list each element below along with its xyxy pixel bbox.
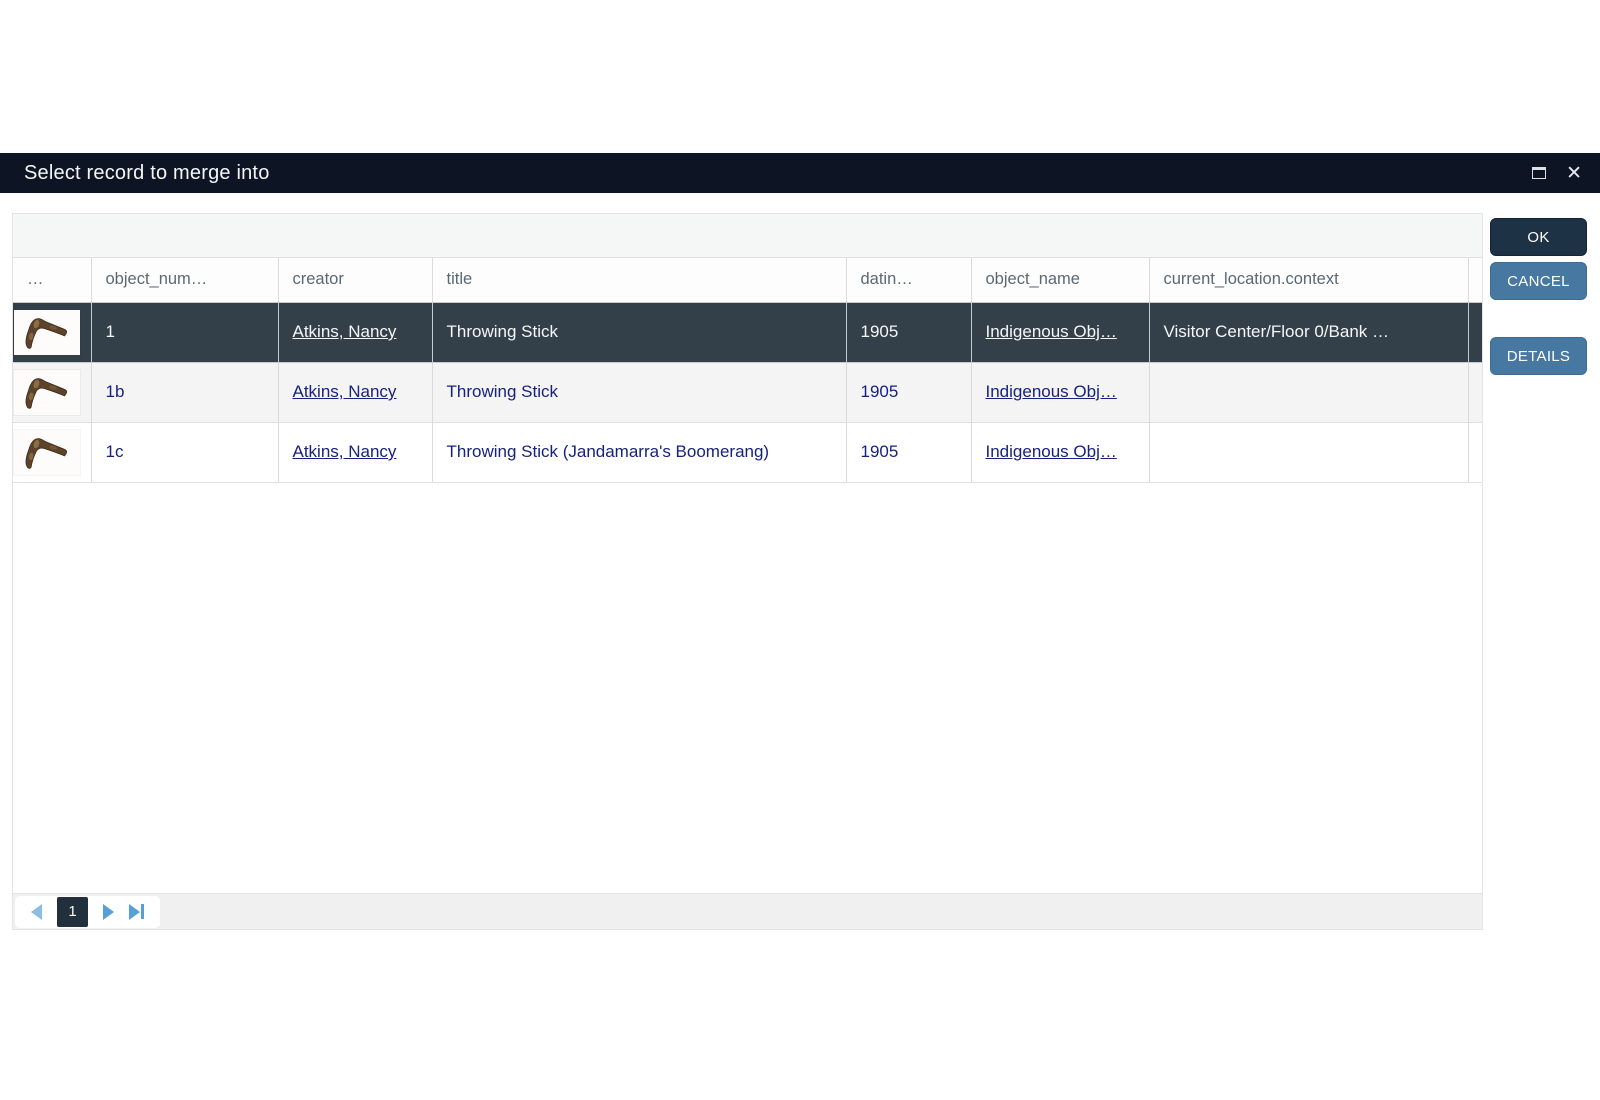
empty-results-area (13, 483, 1482, 894)
boomerang-thumbnail (14, 430, 80, 475)
pagination-bar: 1 (13, 893, 1482, 929)
extra-cell (1468, 362, 1482, 422)
creator-link[interactable]: Atkins, Nancy (293, 442, 397, 461)
close-icon[interactable]: ✕ (1566, 164, 1582, 183)
title-cell: Throwing Stick (432, 362, 846, 422)
current-location-cell: Visitor Center/Floor 0/Bank … (1149, 302, 1468, 362)
grid-toolbar (13, 214, 1482, 258)
object-name-link[interactable]: Indigenous Obj… (986, 442, 1117, 461)
boomerang-image (18, 372, 76, 412)
boomerang-thumbnail (14, 370, 80, 415)
current-location-cell (1149, 362, 1468, 422)
column-header-current-location[interactable]: current_location.context (1149, 258, 1468, 302)
creator-link[interactable]: Atkins, Nancy (293, 322, 397, 341)
dating-cell: 1905 (846, 362, 971, 422)
details-button[interactable]: DETAILS (1490, 337, 1587, 375)
records-table: … object_num… creator title datin… objec… (13, 258, 1482, 483)
last-page-bar (141, 904, 144, 919)
dating-cell: 1905 (846, 422, 971, 482)
thumbnail-cell (13, 422, 91, 482)
column-header-thumbnail[interactable]: … (13, 258, 91, 302)
object-num-cell: 1 (91, 302, 278, 362)
current-page-button[interactable]: 1 (57, 897, 88, 927)
table-row[interactable]: 1c Atkins, Nancy Throwing Stick (Jandama… (13, 422, 1482, 482)
next-page-icon[interactable] (103, 904, 114, 920)
object-num-cell: 1c (91, 422, 278, 482)
column-header-dating[interactable]: datin… (846, 258, 971, 302)
creator-cell: Atkins, Nancy (278, 302, 432, 362)
column-header-title[interactable]: title (432, 258, 846, 302)
title-cell: Throwing Stick (432, 302, 846, 362)
boomerang-image (18, 312, 76, 352)
boomerang-image (18, 432, 76, 472)
creator-link[interactable]: Atkins, Nancy (293, 382, 397, 401)
creator-cell: Atkins, Nancy (278, 362, 432, 422)
column-header-object-name[interactable]: object_name (971, 258, 1149, 302)
boomerang-thumbnail (14, 310, 80, 355)
extra-cell (1468, 302, 1482, 362)
dialog-titlebar: Select record to merge into ✕ (0, 153, 1600, 193)
extra-cell (1468, 422, 1482, 482)
table-row[interactable]: 1b Atkins, Nancy Throwing Stick 1905 Ind… (13, 362, 1482, 422)
object-name-link[interactable]: Indigenous Obj… (986, 322, 1117, 341)
cancel-button[interactable]: CANCEL (1490, 262, 1587, 300)
column-header-object-num[interactable]: object_num… (91, 258, 278, 302)
ok-button[interactable]: OK (1490, 218, 1587, 256)
current-location-cell (1149, 422, 1468, 482)
pagination-controls: 1 (15, 896, 160, 928)
object-num-cell: 1b (91, 362, 278, 422)
window-controls: ✕ (1532, 153, 1582, 193)
last-page-icon[interactable] (129, 904, 144, 920)
maximize-icon[interactable] (1532, 167, 1546, 179)
dialog-title: Select record to merge into (24, 162, 270, 185)
column-header-truncated[interactable]: c (1468, 258, 1482, 302)
previous-page-icon[interactable] (31, 904, 42, 920)
table-row[interactable]: 1 Atkins, Nancy Throwing Stick 1905 Indi… (13, 302, 1482, 362)
creator-cell: Atkins, Nancy (278, 422, 432, 482)
results-panel: … object_num… creator title datin… objec… (12, 213, 1483, 930)
thumbnail-cell (13, 362, 91, 422)
column-header-creator[interactable]: creator (278, 258, 432, 302)
object-name-cell: Indigenous Obj… (971, 362, 1149, 422)
last-page-triangle (129, 904, 140, 920)
object-name-cell: Indigenous Obj… (971, 422, 1149, 482)
table-header-row: … object_num… creator title datin… objec… (13, 258, 1482, 302)
dating-cell: 1905 (846, 302, 971, 362)
title-cell: Throwing Stick (Jandamarra's Boomerang) (432, 422, 846, 482)
object-name-link[interactable]: Indigenous Obj… (986, 382, 1117, 401)
thumbnail-cell (13, 302, 91, 362)
object-name-cell: Indigenous Obj… (971, 302, 1149, 362)
